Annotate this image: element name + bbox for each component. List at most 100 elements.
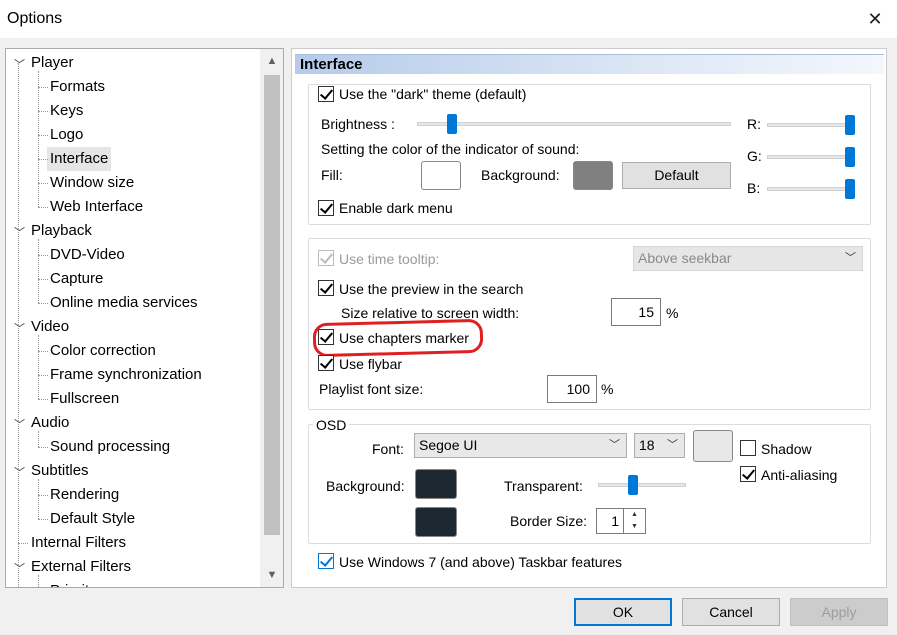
tree-connector — [38, 279, 48, 280]
tree-item[interactable]: Interface — [47, 147, 112, 171]
font-size-select[interactable]: 18 ﹀ — [634, 433, 685, 458]
font-select[interactable]: Segoe UI ﹀ — [414, 433, 627, 458]
tree-item[interactable]: Logo — [50, 123, 83, 147]
tree-item[interactable]: Playback — [31, 219, 92, 243]
r-slider-thumb[interactable] — [845, 115, 855, 135]
tree-item[interactable]: Web Interface — [50, 195, 143, 219]
tree-connector — [38, 239, 39, 303]
scroll-up-icon[interactable]: ▲ — [260, 49, 283, 73]
tree-item[interactable]: Frame synchronization — [50, 363, 202, 387]
b-slider-thumb[interactable] — [845, 179, 855, 199]
g-slider-track[interactable] — [767, 155, 855, 159]
apply-button[interactable]: Apply — [790, 598, 888, 626]
scroll-down-icon[interactable]: ▼ — [260, 563, 283, 587]
r-label: R: — [747, 116, 761, 132]
tree-item[interactable]: Fullscreen — [50, 387, 119, 411]
highlight-annotation — [312, 318, 484, 358]
font-color-swatch[interactable] — [693, 430, 733, 462]
chevron-down-icon[interactable]: ﹀ — [14, 416, 25, 432]
window-title: Options — [7, 10, 63, 27]
spin-down-icon[interactable]: ▼ — [624, 521, 645, 533]
tree-item[interactable]: Keys — [50, 99, 83, 123]
osd-border-color-swatch[interactable] — [415, 507, 457, 537]
playlist-font-input[interactable]: 100 — [547, 375, 597, 403]
dark-theme-checkbox[interactable] — [318, 86, 334, 102]
tree-item[interactable]: Rendering — [50, 483, 119, 507]
transparent-label: Transparent: — [504, 478, 583, 494]
tree-connector — [38, 183, 48, 184]
tree-connector — [38, 71, 39, 207]
antialiasing-checkbox[interactable] — [740, 466, 756, 482]
spin-up-icon[interactable]: ▲ — [624, 509, 645, 521]
tree-connector — [38, 399, 48, 400]
tree-item[interactable]: DVD-Video — [50, 243, 125, 267]
sound-indicator-label: Setting the color of the indicator of so… — [321, 141, 580, 157]
tree-connector — [38, 335, 39, 399]
chevron-down-icon[interactable]: ﹀ — [14, 560, 25, 576]
tree-connector — [18, 543, 28, 544]
tree-item[interactable]: Video — [31, 315, 69, 339]
g-slider-thumb[interactable] — [845, 147, 855, 167]
taskbar-features-checkbox[interactable] — [318, 553, 334, 569]
playlist-font-unit: % — [601, 381, 614, 397]
brightness-slider-thumb[interactable] — [447, 114, 457, 134]
fill-color-swatch[interactable] — [421, 161, 461, 190]
tooltip-position-select[interactable]: Above seekbar ﹀ — [633, 246, 863, 271]
default-button[interactable]: Default — [622, 162, 731, 189]
playlist-font-label: Playlist font size: — [319, 381, 424, 397]
font-size-value: 18 — [639, 437, 655, 453]
dark-theme-label: Use the "dark" theme (default) — [339, 86, 527, 102]
chevron-down-icon: ﹀ — [845, 252, 856, 264]
scroll-thumb[interactable] — [264, 75, 280, 535]
transparent-slider-track[interactable] — [598, 483, 686, 487]
flybar-checkbox[interactable] — [318, 355, 334, 371]
border-size-spinner[interactable]: ▲ ▼ — [624, 508, 646, 534]
border-size-input[interactable]: 1 — [596, 508, 624, 534]
dark-menu-checkbox[interactable] — [318, 200, 334, 216]
tree-item[interactable]: Subtitles — [31, 459, 89, 483]
options-tree[interactable]: Player ﹀ Formats Keys Logo Interface Window si… — [5, 48, 284, 588]
preview-label: Use the preview in the search — [339, 281, 524, 297]
tree-scrollbar[interactable]: ▲ ▼ — [260, 49, 283, 587]
chevron-down-icon[interactable]: ﹀ — [14, 320, 25, 336]
chevron-down-icon[interactable]: ﹀ — [14, 224, 25, 240]
cancel-button[interactable]: Cancel — [682, 598, 780, 626]
close-icon[interactable]: ✕ — [862, 6, 888, 32]
taskbar-features-label: Use Windows 7 (and above) Taskbar featur… — [339, 554, 622, 570]
osd-background-swatch[interactable] — [415, 469, 457, 499]
tree-connector — [38, 447, 48, 448]
shadow-checkbox[interactable] — [740, 440, 756, 456]
page-title: Interface — [300, 56, 363, 73]
font-value: Segoe UI — [419, 437, 478, 453]
ok-button[interactable]: OK — [574, 598, 672, 626]
brightness-slider-track[interactable] — [417, 122, 731, 126]
background-label: Background: — [481, 167, 560, 183]
tree-item[interactable]: Audio — [31, 411, 69, 435]
border-size-label: Border Size: — [510, 513, 588, 529]
size-relative-input[interactable]: 15 — [611, 298, 661, 326]
b-slider-track[interactable] — [767, 187, 855, 191]
tree-item[interactable]: Priority — [50, 579, 97, 587]
r-slider-track[interactable] — [767, 123, 855, 127]
background-color-swatch[interactable] — [573, 161, 613, 190]
tree-item[interactable]: Default Style — [50, 507, 135, 531]
tree-item[interactable]: Sound processing — [50, 435, 170, 459]
tree-connector — [38, 351, 48, 352]
tree-connector — [38, 111, 48, 112]
time-tooltip-checkbox[interactable] — [318, 250, 334, 266]
tree-item[interactable]: Internal Filters — [31, 531, 126, 555]
title-bar — [0, 0, 897, 38]
tree-item[interactable]: Capture — [50, 267, 103, 291]
osd-group-label: OSD — [313, 416, 350, 434]
tree-item[interactable]: Window size — [50, 171, 134, 195]
tree-item[interactable]: Online media services — [50, 291, 198, 315]
chevron-down-icon[interactable]: ﹀ — [14, 464, 25, 480]
transparent-slider-thumb[interactable] — [628, 475, 638, 495]
tree-item[interactable]: Color correction — [50, 339, 156, 363]
tree-item[interactable]: External Filters — [31, 555, 131, 579]
chevron-down-icon[interactable]: ﹀ — [14, 56, 25, 72]
tree-item[interactable]: Formats — [50, 75, 105, 99]
page-header: Interface — [295, 54, 884, 74]
tree-connector — [38, 159, 48, 160]
preview-checkbox[interactable] — [318, 280, 334, 296]
